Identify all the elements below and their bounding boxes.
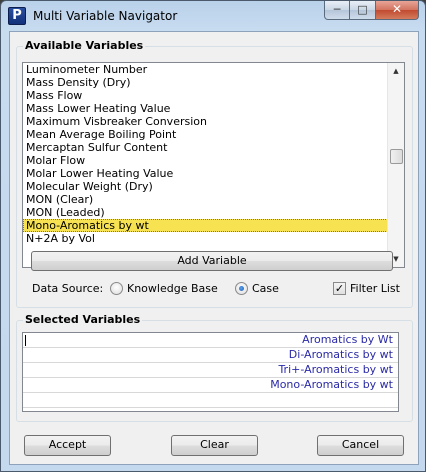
available-variables-list[interactable]: Luminometer Number Mass Density (Dry) Mass… [22,62,405,268]
filter-list-label[interactable]: Filter List [350,282,400,295]
window-controls: ─ □ ✕ [324,1,419,20]
selected-variables-label: Selected Variables [23,313,143,326]
available-variable-item[interactable]: N+2A by Vol [23,232,404,245]
window-title: Multi Variable Navigator [33,9,178,23]
selected-variable-row[interactable]: Aromatics by Wt [23,333,398,348]
selected-variable-row[interactable]: Mono-Aromatics by wt [23,378,398,393]
data-source-label: Data Source: [32,282,104,295]
available-variable-item[interactable]: Molecular Weight (Dry) [23,180,404,193]
available-variable-item[interactable]: Luminometer Number [23,63,404,76]
maximize-button[interactable]: □ [350,1,376,20]
app-icon: P [8,7,26,25]
available-variables-items: Luminometer Number Mass Density (Dry) Mass… [23,63,404,245]
selected-variable-label: Di-Aromatics by wt [288,348,393,361]
available-variable-item[interactable]: Molar Lower Heating Value [23,167,404,180]
available-variable-item[interactable]: MON (Clear) [23,193,404,206]
selected-variable-label: Tri+-Aromatics by wt [278,363,393,376]
text-caret [25,335,26,346]
selected-variables-list[interactable]: Aromatics by Wt Di-Aromatics by wt Tri+-Ar… [22,332,399,412]
case-label[interactable]: Case [252,282,279,295]
available-variable-item[interactable]: Mass Density (Dry) [23,76,404,89]
selected-variables-items: Aromatics by Wt Di-Aromatics by wt Tri+-Ar… [23,333,398,408]
minimize-button[interactable]: ─ [324,1,350,20]
selected-variable-label: Aromatics by Wt [302,333,393,346]
cancel-button[interactable]: Cancel [317,435,404,456]
filter-list-checkbox[interactable]: ✓ [333,282,346,295]
available-variables-label: Available Variables [23,39,146,52]
available-variable-item[interactable]: Mono-Aromatics by wt [23,219,404,232]
available-variable-item[interactable]: Mass Lower Heating Value [23,102,404,115]
close-button[interactable]: ✕ [376,1,419,20]
clear-button[interactable]: Clear [171,435,258,456]
available-variable-item[interactable]: Maximum Visbreaker Conversion [23,115,404,128]
vertical-scrollbar[interactable]: ▲ ▼ [387,63,404,267]
available-variable-item[interactable]: Mercaptan Sulfur Content [23,141,404,154]
selected-variable-row[interactable]: Tri+-Aromatics by wt [23,363,398,378]
available-variable-item[interactable]: Molar Flow [23,154,404,167]
dialog-client-area: Available Variables Luminometer Number Ma… [9,31,419,465]
knowledge-base-radio[interactable] [110,282,123,295]
add-variable-button[interactable]: Add Variable [31,251,393,271]
title-bar[interactable]: P Multi Variable Navigator ─ □ ✕ [1,1,425,31]
selected-variable-row[interactable] [23,393,398,408]
scrollbar-thumb[interactable] [390,149,403,164]
multi-variable-navigator-window: P Multi Variable Navigator ─ □ ✕ Availab… [0,0,426,472]
selected-variable-label: Mono-Aromatics by wt [270,378,393,391]
scroll-up-icon[interactable]: ▲ [388,63,404,79]
available-variable-item[interactable]: MON (Leaded) [23,206,404,219]
accept-button[interactable]: Accept [24,435,111,456]
knowledge-base-label[interactable]: Knowledge Base [127,282,218,295]
case-radio[interactable] [235,282,248,295]
available-variable-item[interactable]: Mean Average Boiling Point [23,128,404,141]
available-variable-item[interactable]: Mass Flow [23,89,404,102]
selected-variable-row[interactable]: Di-Aromatics by wt [23,348,398,363]
